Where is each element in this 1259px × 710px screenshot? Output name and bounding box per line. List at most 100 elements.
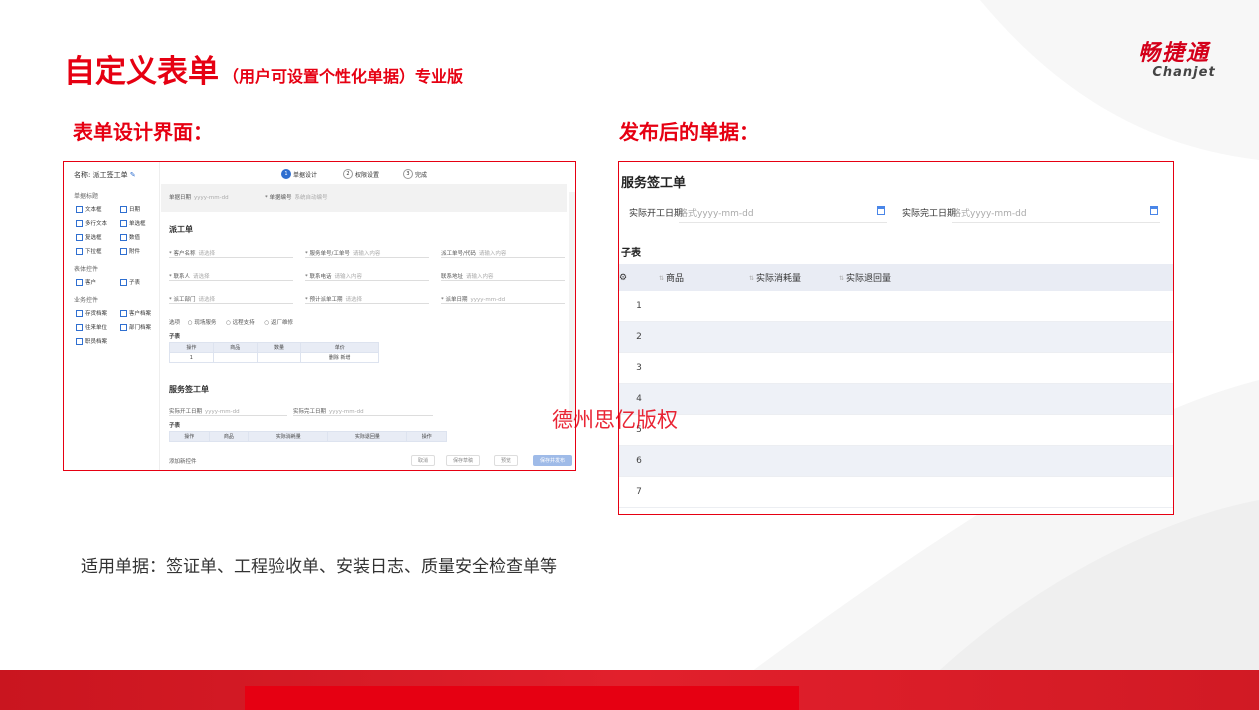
form-field[interactable]: * 派工部门 请选择: [169, 295, 215, 303]
form-field[interactable]: * 预计派单工期 请选择: [305, 295, 362, 303]
form-field[interactable]: * 派单日期 yyyy-mm-dd: [441, 295, 505, 303]
form-field[interactable]: 联系地址 请输入内容: [441, 272, 494, 280]
end-date-input[interactable]: 格式yyyy-mm-dd: [952, 206, 1027, 219]
table-cell[interactable]: [839, 445, 1173, 477]
table-row[interactable]: 7: [619, 476, 1173, 508]
control-icon: [120, 219, 127, 227]
table-row[interactable]: 6: [619, 445, 1173, 477]
applicable-docs-text: 适用单据：签证单、工程验收单、安装日志、质量安全检查单等: [81, 557, 557, 577]
published-subtable: ⚙ ⇅ 商品 ⇅ 实际消耗量 ⇅ 实际退回量 1234567: [619, 264, 1173, 508]
sidebar-control-button[interactable]: 附件: [120, 247, 140, 255]
table-cell[interactable]: [839, 383, 1173, 415]
footer-accent: [245, 686, 799, 710]
radio-group[interactable]: 选项 ○ 现场服务 ○ 远程支持 ○ 返厂维修: [169, 318, 293, 326]
table-cell[interactable]: [839, 321, 1173, 353]
table-cell[interactable]: [749, 445, 839, 477]
save-draft-button[interactable]: 保存草稿: [446, 455, 481, 466]
col-header: 数量: [256, 342, 302, 353]
table-row[interactable]: 4: [619, 383, 1173, 415]
radio-option[interactable]: ○ 现场服务: [188, 320, 217, 326]
field-underline: [169, 280, 293, 281]
doc-date-field[interactable]: 单据日期 yyyy-mm-dd: [169, 193, 229, 201]
col-header: 操作: [169, 342, 214, 353]
calendar-icon[interactable]: [1150, 206, 1158, 215]
pencil-icon[interactable]: ✎: [130, 171, 136, 179]
col-header-consumed[interactable]: ⇅ 实际消耗量: [749, 264, 839, 291]
field-underline: [305, 280, 429, 281]
table-cell[interactable]: [839, 476, 1173, 508]
table-cell[interactable]: [839, 414, 1173, 446]
table-cell[interactable]: [749, 414, 839, 446]
table-cell[interactable]: [659, 321, 749, 353]
table-cell[interactable]: [749, 321, 839, 353]
radio-option[interactable]: ○ 远程支持: [226, 320, 255, 326]
row-index: 7: [619, 476, 659, 508]
col-header: 单价: [300, 342, 379, 353]
sidebar-control-button[interactable]: 客户: [76, 278, 96, 286]
preview-button[interactable]: 预览: [494, 455, 519, 466]
calendar-icon[interactable]: [877, 206, 885, 215]
table-cell[interactable]: [839, 352, 1173, 384]
settings-icon[interactable]: ⚙: [619, 264, 659, 291]
form-field[interactable]: * 联系电话 请输入内容: [305, 272, 362, 280]
form2-field[interactable]: 实际开工日期 yyyy-mm-dd: [169, 407, 240, 415]
publish-button[interactable]: 保存并发布: [533, 455, 573, 466]
sidebar-control-button[interactable]: 存货档案: [76, 309, 107, 317]
table-cell[interactable]: [749, 476, 839, 508]
table-row[interactable]: 2: [619, 321, 1173, 353]
table-cell[interactable]: [659, 352, 749, 384]
table-cell[interactable]: [659, 445, 749, 477]
col-header-product[interactable]: ⇅ 商品: [659, 264, 749, 291]
field-underline: [441, 280, 565, 281]
chanjet-logo: 畅捷通 Chanjet: [1137, 41, 1216, 80]
field-underline: [169, 303, 293, 304]
col-header-returned[interactable]: ⇅ 实际退回量: [839, 264, 1173, 291]
sidebar-control-button[interactable]: 单选框: [120, 219, 146, 227]
form-field[interactable]: * 客户名称 请选择: [169, 249, 215, 257]
table-row[interactable]: 5: [619, 414, 1173, 446]
control-icon: [76, 247, 83, 255]
sidebar-control-button[interactable]: 文本框: [76, 205, 102, 213]
sidebar-control-button[interactable]: 部门档案: [120, 323, 151, 331]
sidebar-control-button[interactable]: 职员档案: [76, 337, 107, 345]
page-subtitle: （用户可设置个性化单据）专业版: [223, 67, 464, 86]
row-actions[interactable]: 删除 新增: [300, 352, 379, 363]
control-icon: [120, 205, 127, 213]
table-cell[interactable]: [749, 383, 839, 415]
field-underline: [305, 303, 429, 304]
start-date-input[interactable]: 格式yyyy-mm-dd: [679, 206, 754, 219]
sidebar-control-button[interactable]: 复选框: [76, 233, 102, 241]
step-finish[interactable]: 3 完成: [403, 169, 427, 179]
sidebar-control-button[interactable]: 往来单位: [76, 323, 107, 331]
field-underline: [169, 257, 293, 258]
form2-field[interactable]: 实际完工日期 yyyy-mm-dd: [293, 407, 364, 415]
step-permission[interactable]: 2 权限设置: [343, 169, 379, 179]
sidebar-control-button[interactable]: 数值: [120, 233, 140, 241]
table-cell[interactable]: [659, 291, 749, 322]
table-cell[interactable]: [659, 476, 749, 508]
form-field[interactable]: 派工单号/代码 请输入内容: [441, 249, 506, 257]
table-cell[interactable]: [749, 291, 839, 322]
start-date-label: 实际开工日期: [629, 209, 684, 219]
sidebar-control-button[interactable]: 下拉框: [76, 247, 102, 255]
sidebar-control-button[interactable]: 客户档案: [120, 309, 151, 317]
scrollbar[interactable]: [569, 192, 575, 422]
sidebar-control-button[interactable]: 日期: [120, 205, 140, 213]
sidebar-control-button[interactable]: 多行文本: [76, 219, 107, 227]
radio-option[interactable]: ○ 返厂维修: [264, 320, 293, 326]
add-control-link[interactable]: 添加新控件: [169, 457, 197, 465]
table-row[interactable]: 1: [619, 291, 1173, 322]
doc-code-field[interactable]: * 单据编号 系统自动编号: [265, 193, 328, 201]
design-canvas: 1 单据设计 2 权限设置 3 完成 单据日期 yyyy-mm-dd * 单据编号 系统自…: [161, 162, 575, 470]
table-row[interactable]: 3: [619, 352, 1173, 384]
table-cell[interactable]: [749, 352, 839, 384]
sidebar-control-button[interactable]: 子表: [120, 278, 140, 286]
form-field[interactable]: * 服务单号/工单号 请输入内容: [305, 249, 380, 257]
form-designer-screenshot: 名称: 派工签工单 ✎ 单据标题 文本框 日期 多行文本 单选框 复选框 数值 下拉框 附件 …: [63, 161, 576, 471]
control-icon: [76, 233, 83, 241]
table-cell[interactable]: [839, 291, 1173, 322]
step-design[interactable]: 1 单据设计: [281, 169, 317, 179]
form-field[interactable]: * 联系人 请选择: [169, 272, 210, 280]
cancel-button[interactable]: 取消: [411, 455, 436, 466]
field-underline: [305, 257, 429, 258]
